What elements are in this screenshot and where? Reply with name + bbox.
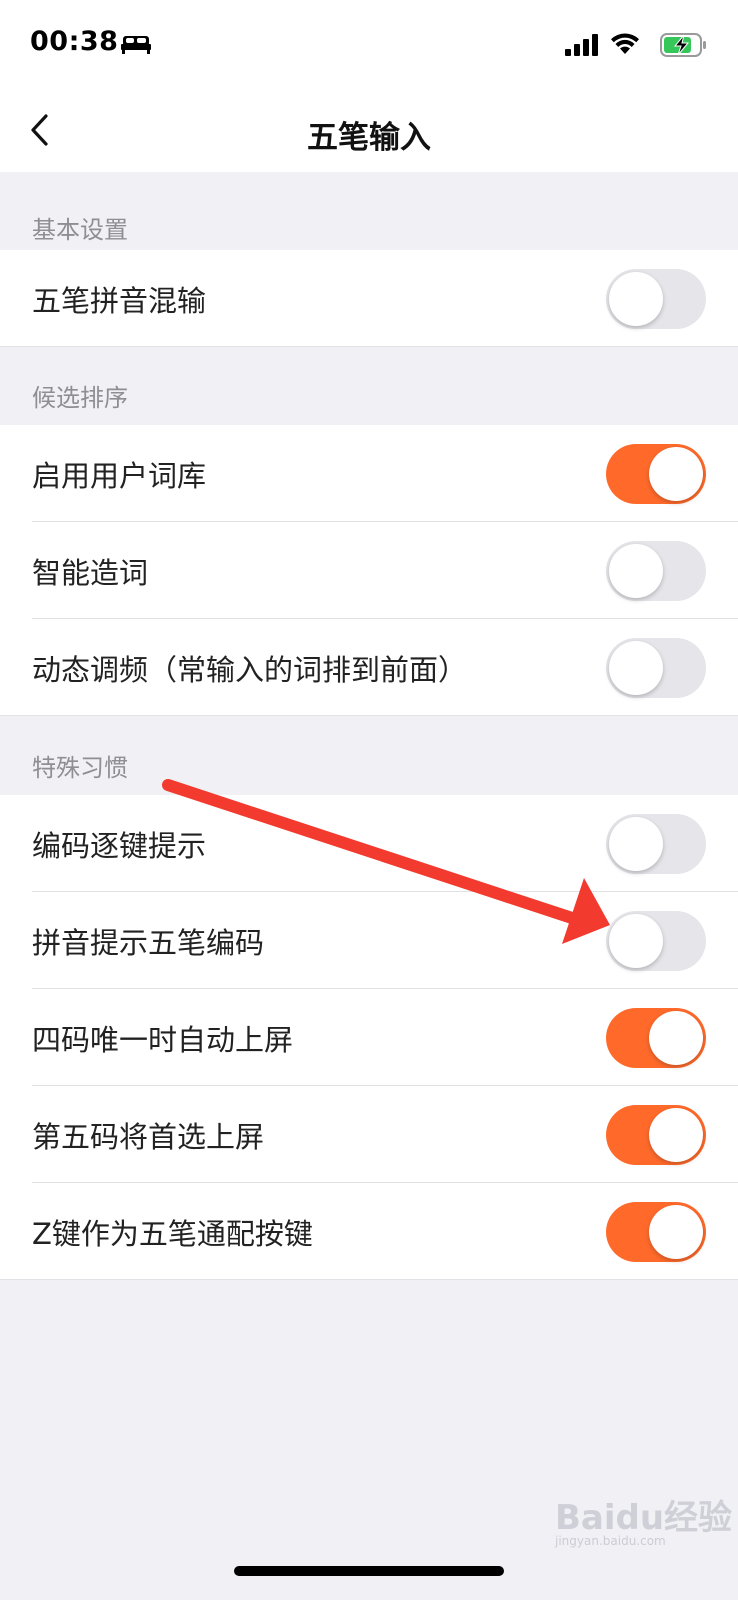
battery-charging-icon (660, 33, 706, 57)
toggle-switch[interactable] (606, 269, 706, 329)
toggle-switch[interactable] (606, 1008, 706, 1068)
settings-group-basic: 五笔拼音混输 (0, 250, 738, 347)
setting-label: 第五码将首选上屏 (32, 1120, 265, 1154)
divider (0, 1279, 738, 1280)
divider (0, 715, 738, 716)
setting-row[interactable]: 启用用户词库 (0, 425, 738, 522)
toggle-knob (609, 272, 663, 326)
settings-group-candidate-order: 启用用户词库 智能造词 动态调频（常输入的词排到前面） (0, 425, 738, 716)
setting-row[interactable]: 拼音提示五笔编码 (0, 892, 738, 989)
signal-icon (565, 34, 598, 56)
toggle-knob (609, 641, 663, 695)
setting-label: 五笔拼音混输 (32, 284, 207, 318)
toggle-knob (649, 1108, 703, 1162)
toggle-switch[interactable] (606, 541, 706, 601)
settings-group-special-habits: 编码逐键提示 拼音提示五笔编码 四码唯一时自动上屏 第五码将首选上屏 Z键作为五… (0, 795, 738, 1280)
setting-row[interactable]: 四码唯一时自动上屏 (0, 989, 738, 1086)
setting-label: 动态调频（常输入的词排到前面） (32, 653, 468, 687)
setting-label: 智能造词 (32, 556, 149, 590)
toggle-knob (609, 817, 663, 871)
setting-label: 四码唯一时自动上屏 (32, 1023, 294, 1057)
toggle-knob (649, 1205, 703, 1259)
wifi-icon (611, 33, 639, 54)
toggle-switch[interactable] (606, 444, 706, 504)
toggle-switch[interactable] (606, 1105, 706, 1165)
bed-icon (121, 36, 151, 54)
toggle-knob (649, 1011, 703, 1065)
nav-bar: 五笔输入 (0, 90, 738, 172)
status-bar: 00:38 (0, 0, 738, 90)
section-header-basic: 基本设置 (32, 216, 128, 244)
setting-label: 启用用户词库 (32, 459, 207, 493)
setting-row[interactable]: 智能造词 (0, 522, 738, 619)
page-title: 五笔输入 (307, 120, 431, 156)
watermark-logo-text: Baidu经验 (555, 1498, 733, 1538)
setting-label: 编码逐键提示 (32, 829, 207, 863)
toggle-switch[interactable] (606, 911, 706, 971)
home-indicator[interactable] (234, 1566, 504, 1576)
setting-label: Z键作为五笔通配按键 (32, 1217, 313, 1251)
toggle-knob (609, 914, 663, 968)
setting-row[interactable]: 五笔拼音混输 (0, 250, 738, 347)
setting-row[interactable]: Z键作为五笔通配按键 (0, 1183, 738, 1280)
section-header-candidate-order: 候选排序 (32, 384, 128, 412)
toggle-knob (609, 544, 663, 598)
status-time: 00:38 (30, 26, 119, 57)
setting-row[interactable]: 第五码将首选上屏 (0, 1086, 738, 1183)
section-header-special-habits: 特殊习惯 (32, 754, 128, 782)
toggle-switch[interactable] (606, 814, 706, 874)
baidu-jingyan-watermark: Baidu经验 jingyan.baidu.com (555, 1482, 732, 1554)
watermark-url: jingyan.baidu.com (555, 1534, 666, 1548)
toggle-switch[interactable] (606, 638, 706, 698)
divider (0, 346, 738, 347)
setting-row[interactable]: 编码逐键提示 (0, 795, 738, 892)
toggle-knob (649, 447, 703, 501)
setting-label: 拼音提示五笔编码 (32, 926, 265, 960)
setting-row[interactable]: 动态调频（常输入的词排到前面） (0, 619, 738, 716)
toggle-switch[interactable] (606, 1202, 706, 1262)
